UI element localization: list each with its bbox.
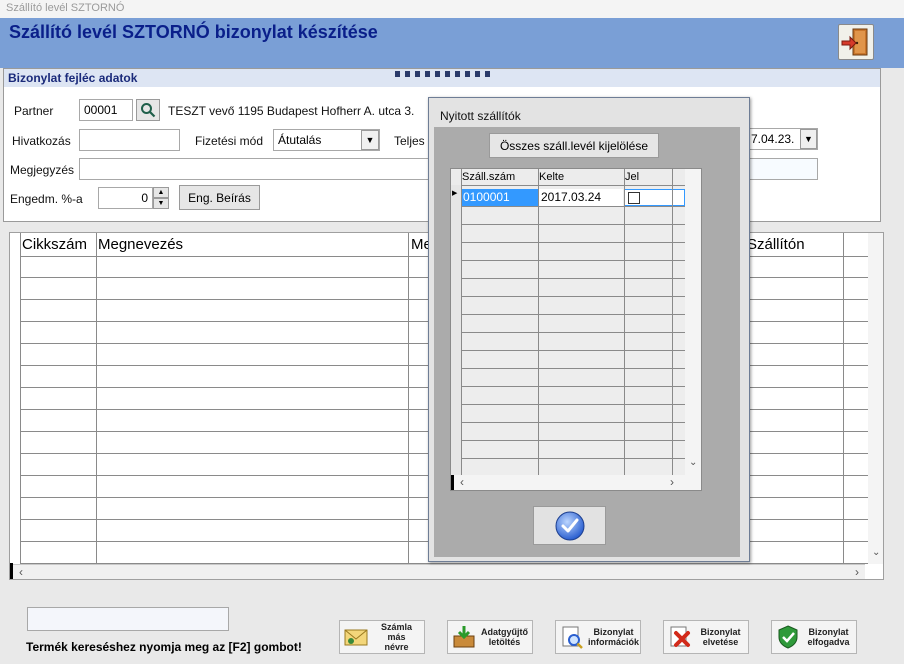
- arrow-down-icon: ▼: [157, 200, 165, 207]
- document-info-label-1: Bizonylat: [593, 627, 634, 637]
- envelope-icon: [344, 629, 368, 646]
- dialog-ok-button[interactable]: [533, 506, 606, 545]
- dialog-title: Nyitott szállítók: [440, 109, 521, 123]
- document-info-button[interactable]: Bizonylat információk: [555, 620, 641, 654]
- column-header-megnevezes[interactable]: Megnevezés: [96, 233, 408, 257]
- partner-code-field[interactable]: 00001: [79, 99, 133, 121]
- scroll-right-icon: ›: [855, 565, 859, 579]
- column-header-szalliton[interactable]: Szállítón: [745, 233, 843, 257]
- chevron-down-icon: ▼: [365, 135, 375, 145]
- date-dropdown-button[interactable]: ▼: [800, 129, 817, 149]
- column-header-cikkszam[interactable]: Cikkszám: [20, 233, 96, 257]
- row-0-flag-cell[interactable]: [624, 189, 685, 206]
- window-title: Szállító levél SZTORNÓ: [0, 0, 904, 18]
- document-accept-button[interactable]: Bizonylat elfogadva: [771, 620, 857, 654]
- scroll-down-icon: ⌄: [689, 457, 698, 468]
- payment-label: Fizetési mód: [195, 134, 264, 148]
- discount-spin-up[interactable]: ▲: [153, 187, 169, 198]
- shield-check-icon: [778, 625, 798, 649]
- partner-label: Partner: [14, 104, 54, 118]
- invoice-other-name-button[interactable]: Számla más névre: [339, 620, 425, 654]
- data-collector-download-button[interactable]: Adatgyűjtő letöltés: [447, 620, 533, 654]
- document-accept-label-2: elfogadva: [807, 637, 850, 647]
- dialog-vertical-scrollbar[interactable]: ⌄: [685, 169, 701, 475]
- payment-dropdown-button[interactable]: ▼: [361, 130, 379, 150]
- exit-button[interactable]: [838, 24, 874, 60]
- document-accept-label-1: Bizonylat: [808, 627, 849, 637]
- partner-name: TESZT vevő 1195 Budapest Hofherr A. utca…: [168, 104, 415, 118]
- data-collector-label-2: letöltés: [488, 637, 521, 647]
- splitter-handle[interactable]: [395, 71, 490, 77]
- payment-select-value: Átutalás: [278, 133, 322, 147]
- scroll-left-icon: ‹: [460, 475, 464, 489]
- dialog-horizontal-scrollbar[interactable]: ‹ ›: [454, 475, 701, 490]
- document-info-label-2: információk: [588, 637, 640, 647]
- document-discard-label-2: elvetése: [702, 637, 739, 647]
- column-header-number[interactable]: Száll.szám: [462, 171, 515, 183]
- select-all-button[interactable]: Összes száll.levél kijelölése: [489, 133, 659, 158]
- current-row-arrow-icon: ▶: [452, 190, 458, 197]
- column-header-flag[interactable]: Jel: [625, 171, 639, 183]
- magnifier-icon: [141, 103, 156, 118]
- document-search-icon: [562, 626, 583, 649]
- arrow-up-icon: ▲: [157, 189, 165, 196]
- invoice-other-name-label-2: névre: [384, 642, 409, 652]
- reference-input[interactable]: [79, 129, 180, 151]
- partner-search-button[interactable]: [136, 99, 160, 121]
- checkmark-circle-icon: [555, 511, 584, 540]
- vertical-scrollbar[interactable]: ⌄: [868, 233, 883, 564]
- status-field[interactable]: [27, 607, 229, 631]
- row-0-date[interactable]: 2017.03.24: [539, 189, 623, 206]
- note-extension-field[interactable]: [746, 158, 818, 180]
- document-discard-label-1: Bizonylat: [700, 627, 741, 637]
- horizontal-scrollbar[interactable]: ‹ ›: [13, 564, 865, 579]
- discount-entry-button[interactable]: Eng. Beírás: [179, 185, 260, 210]
- reference-label: Hivatkozás: [12, 134, 71, 148]
- row-0-checkbox[interactable]: [628, 192, 640, 204]
- fulfillment-label: Teljes: [394, 134, 425, 148]
- download-box-icon: [453, 626, 475, 648]
- scroll-right-icon: ›: [670, 475, 674, 489]
- row-0-number[interactable]: 0100001: [461, 189, 538, 206]
- note-input[interactable]: [79, 158, 431, 180]
- chevron-down-icon: ▼: [804, 134, 813, 144]
- document-discard-button[interactable]: Bizonylat elvetése: [663, 620, 749, 654]
- data-collector-label-1: Adatgyűjtő: [481, 627, 528, 637]
- invoice-other-name-label-1: Számla más: [380, 622, 413, 642]
- search-hint: Termék kereséshez nyomja meg az [F2] gom…: [26, 640, 302, 654]
- exit-door-icon: [841, 28, 868, 56]
- column-header-date[interactable]: Kelte: [539, 171, 564, 183]
- scroll-left-icon: ‹: [19, 565, 23, 579]
- discount-label: Engedm. %-a: [10, 192, 83, 206]
- discount-input[interactable]: 0: [98, 187, 153, 209]
- page-title: Szállító levél SZTORNÓ bizonylat készíté…: [9, 22, 378, 42]
- note-label: Megjegyzés: [10, 163, 75, 177]
- delivery-notes-grid[interactable]: Száll.szám Kelte Jel ▶ 0100001 2017.03.2…: [450, 168, 702, 491]
- discount-spin-down[interactable]: ▼: [153, 198, 169, 209]
- document-delete-icon: [670, 626, 690, 647]
- scroll-down-icon: ⌄: [872, 547, 881, 558]
